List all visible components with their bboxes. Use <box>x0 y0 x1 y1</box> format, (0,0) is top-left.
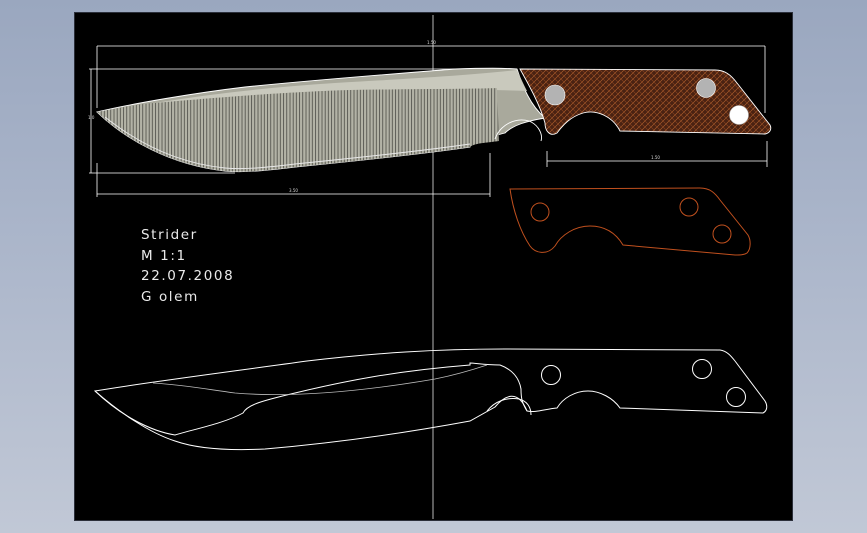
scale-pin-hole-front <box>530 202 550 222</box>
knife-outline-grind-line <box>152 364 488 396</box>
handle-length-dimension <box>546 141 768 167</box>
blade-height-label: 1.0 <box>88 115 95 120</box>
scale-lanyard-hole <box>712 224 732 244</box>
handle-pin-hole-middle <box>696 78 716 98</box>
title-block-name: Strider <box>141 227 198 243</box>
outline-lanyard-hole <box>726 387 746 407</box>
outline-pin-hole-front <box>541 365 561 385</box>
handle-lanyard-hole <box>729 105 749 125</box>
outline-pin-hole-middle <box>692 359 712 379</box>
drawing-sheet: 1.50 1.0 3.50 1.50 Strider M 1:1 22.07.2… <box>74 12 793 521</box>
overall-length-label: 1.50 <box>427 40 436 45</box>
handle-length-label: 1.50 <box>651 155 660 160</box>
title-block-author: G olem <box>141 288 199 305</box>
blade-length-label: 3.50 <box>289 188 298 193</box>
title-block-scale: M 1:1 <box>141 247 187 264</box>
title-block: Strider M 1:1 22.07.2008 G olem <box>141 225 234 307</box>
handle-scale-outline <box>509 187 751 256</box>
scale-pin-hole-middle <box>679 197 699 217</box>
knife-outline-edge <box>94 390 528 451</box>
title-block-date: 22.07.2008 <box>141 268 235 284</box>
knife-outline-profile <box>93 348 768 436</box>
handle-pin-hole-front <box>544 84 566 106</box>
